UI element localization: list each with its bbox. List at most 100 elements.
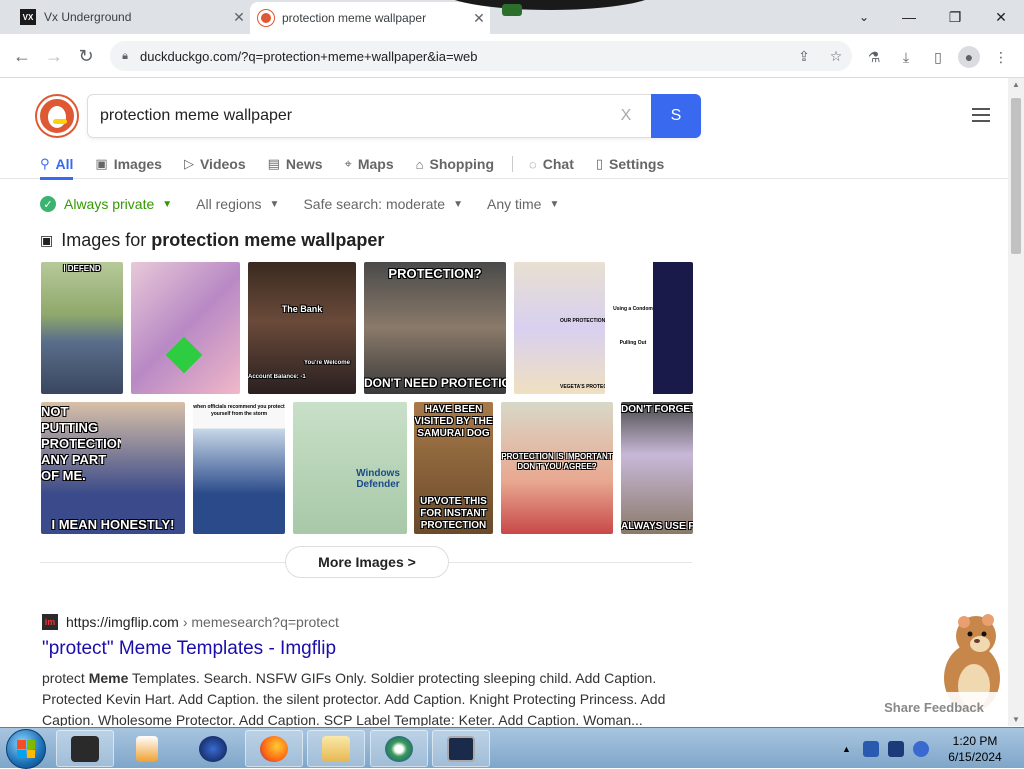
image-thumbnail[interactable]: Using a Condom Pulling Out [613, 262, 693, 394]
taskbar-app[interactable] [370, 730, 428, 767]
duckduckgo-logo-icon[interactable] [37, 96, 77, 136]
image-thumbnail[interactable]: PROTECTION? DON'T NEED PROTECTION [364, 262, 506, 394]
result-title-link[interactable]: "protect" Meme Templates - Imgflip [42, 638, 702, 660]
bookmark-star-icon[interactable]: ☆ [820, 48, 852, 65]
minimize-icon[interactable]: — [886, 0, 932, 34]
image-thumbnail[interactable]: DON'T FORGET, KIDS ALWAYS USE PROTECTION [621, 402, 693, 534]
taskbar-clock[interactable]: 1:20 PM 6/15/2024 [940, 733, 1010, 765]
image-thumbnail[interactable]: when officials recommend you protect you… [193, 402, 285, 534]
more-images-button[interactable]: More Images > [285, 546, 449, 578]
clear-search-icon[interactable]: X [601, 107, 651, 125]
tab-search-chevron-icon[interactable]: ⌄ [852, 0, 876, 34]
network-icon[interactable] [887, 740, 904, 757]
tab-settings[interactable]: ▯ Settings [596, 150, 664, 178]
filter-label: Safe search: moderate [303, 196, 446, 212]
thumbnail-caption: Account Balance: -18,758 [248, 374, 306, 380]
filter-label: Always private [64, 196, 155, 212]
forward-arrow-icon[interactable]: → [40, 42, 68, 70]
image-thumbnail[interactable]: OUR PROTECTION VEGETA'S PROTECTION [514, 262, 605, 394]
tab-close-icon[interactable]: ✕ [228, 9, 250, 26]
hamburger-menu-icon[interactable] [972, 108, 990, 122]
image-thumbnail[interactable]: HAVE BEEN VISITED BY THE SAMURAI DOG UPV… [414, 402, 493, 534]
tab-all[interactable]: ⚲ All [40, 150, 74, 180]
back-arrow-icon[interactable]: ← [8, 42, 36, 70]
snippet-highlight: Meme [88, 670, 129, 686]
tab-close-icon[interactable]: ✕ [468, 10, 490, 27]
heading-prefix: Images for [61, 230, 147, 250]
reload-icon[interactable]: ↻ [72, 42, 100, 70]
scroll-down-arrow-icon[interactable]: ▼ [1012, 715, 1020, 724]
search-nav-tabs: ⚲ All ▣ Images ▷ Videos ▤ News ⌖ Maps ⌂ Shoppi… [40, 150, 686, 180]
tab-vx-underground[interactable]: VX Vx Underground ✕ [12, 0, 250, 34]
thumbnail-caption: ALWAYS USE PROTECTION [621, 521, 693, 532]
taskbar-app[interactable] [245, 730, 303, 767]
thumbnail-caption: when officials recommend you protect you… [193, 404, 285, 417]
tray-app-icon[interactable] [862, 740, 879, 757]
tab-label: Chat [542, 156, 574, 172]
taskbar-app[interactable] [118, 730, 176, 767]
profile-avatar-icon[interactable]: ● [958, 46, 980, 68]
close-window-icon[interactable]: ✕ [978, 0, 1024, 34]
start-button[interactable] [6, 729, 46, 769]
image-thumbnail[interactable]: PROTECTION IS IMPORTANT DON'T YOU AGREE? [501, 402, 613, 534]
restore-icon[interactable]: ❐ [932, 0, 978, 34]
download-icon[interactable]: ⤓ [895, 46, 917, 68]
news-icon: ▤ [267, 156, 280, 171]
page-scrollbar[interactable]: ▲ ▼ [1008, 78, 1024, 726]
side-panel-icon[interactable]: ▯ [927, 46, 949, 68]
result-domain: https://imgflip.com [66, 614, 179, 630]
image-thumbnail[interactable]: The Bank You're Welcome Account Balance:… [248, 262, 356, 394]
tab-label: News [285, 156, 323, 172]
image-thumbnail[interactable] [131, 262, 240, 394]
caret-down-icon: ▼ [453, 198, 463, 210]
thumbnail-caption: PROTECTION? [388, 266, 482, 281]
search-input[interactable] [88, 95, 601, 137]
time-filter[interactable]: Any time ▼ [487, 196, 559, 212]
map-pin-icon: ⌖ [344, 156, 352, 171]
region-filter[interactable]: All regions ▼ [196, 196, 279, 212]
taskbar-app[interactable] [56, 730, 114, 767]
result-path: › memesearch?q=protect [182, 614, 339, 630]
image-thumbnail[interactable]: NOT PUTTING PROTECTION ANY PART OF ME. I… [41, 402, 185, 534]
image-thumbnail[interactable]: Windows Defender [293, 402, 407, 534]
image-thumbnail[interactable]: I DEFEND [41, 262, 123, 394]
url-text[interactable]: duckduckgo.com/?q=protection+meme+wallpa… [140, 49, 788, 64]
tab-duckduckgo[interactable]: protection meme wallpaper ✕ [250, 2, 490, 34]
tab-label: Images [113, 156, 162, 172]
kebab-menu-icon[interactable]: ⋮ [990, 46, 1012, 68]
share-icon[interactable]: ⇪ [788, 48, 820, 65]
tray-expand-icon[interactable]: ▲ [842, 744, 851, 754]
search-button[interactable]: S [651, 94, 701, 138]
result-source[interactable]: im https://imgflip.com › memesearch?q=pr… [42, 614, 702, 630]
tab-chat[interactable]: ◌ Chat [529, 150, 574, 178]
search-result: im https://imgflip.com › memesearch?q=pr… [42, 614, 702, 726]
monitor-app-icon [447, 735, 475, 762]
search-results-page: X S ⚲ All ▣ Images ▷ Videos ▤ News ⌖ Maps ⌂ Sh… [0, 78, 1024, 726]
globe-app-icon [199, 735, 227, 762]
imgflip-favicon-icon: im [42, 614, 58, 630]
webcam-indicator-icon [502, 4, 522, 16]
scroll-up-arrow-icon[interactable]: ▲ [1012, 80, 1020, 89]
tab-images[interactable]: ▣ Images [95, 150, 162, 178]
taskbar-app[interactable] [184, 730, 242, 767]
share-feedback-button[interactable]: Share Feedback [866, 692, 1002, 722]
caret-down-icon: ▼ [549, 198, 560, 210]
tab-news[interactable]: ▤ News [268, 150, 323, 178]
thumbnail-caption: Using a Condom [613, 306, 653, 312]
volume-icon[interactable] [912, 740, 929, 757]
taskbar-app[interactable] [307, 730, 365, 767]
lock-icon[interactable]: 🔒︎ [110, 50, 140, 63]
thumbnail-caption: HAVE BEEN VISITED BY THE SAMURAI DOG [414, 404, 493, 439]
always-private-filter[interactable]: ✓ Always private ▼ [40, 196, 172, 212]
tab-label: Maps [357, 156, 394, 172]
tab-shopping[interactable]: ⌂ Shopping [416, 150, 494, 178]
taskbar-app[interactable] [432, 730, 490, 767]
thumbnail-caption: OUR PROTECTION [560, 318, 605, 324]
safe-search-filter[interactable]: Safe search: moderate ▼ [303, 196, 463, 212]
scroll-thumb[interactable] [1011, 98, 1021, 254]
images-module-heading[interactable]: ▣ Images for protection meme wallpaper [40, 230, 384, 251]
lab-flask-icon[interactable]: ⚗ [863, 46, 885, 68]
address-bar[interactable]: 🔒︎ duckduckgo.com/?q=protection+meme+wal… [110, 41, 852, 71]
tab-maps[interactable]: ⌖ Maps [345, 150, 394, 178]
tab-videos[interactable]: ▷ Videos [184, 150, 246, 178]
